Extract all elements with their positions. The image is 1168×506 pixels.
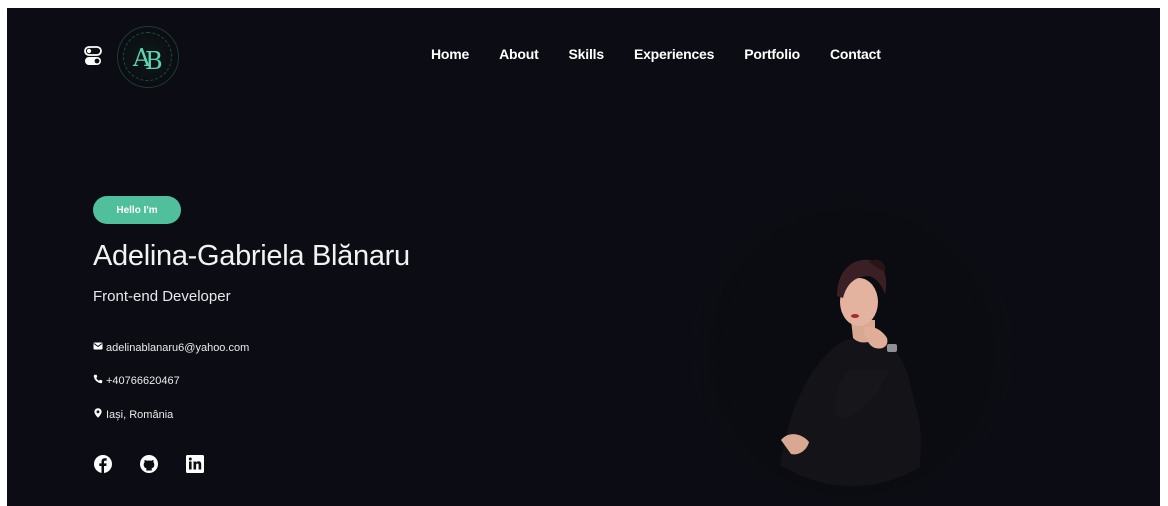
location-text: Iași, România (106, 408, 174, 421)
logo-monogram: A B (118, 40, 178, 81)
phone-text: +40766620467 (106, 374, 180, 387)
profile-photo (719, 220, 985, 486)
hero-role: Front-end Developer (93, 288, 231, 305)
email-text: adelinablanaru6@yahoo.com (106, 341, 250, 354)
greeting-badge: Hello I'm (93, 196, 181, 224)
github-icon[interactable] (139, 454, 159, 474)
contact-location: Iași, România (93, 408, 173, 421)
map-pin-icon (93, 408, 103, 421)
nav-home[interactable]: Home (431, 46, 469, 62)
svg-text:B: B (145, 47, 162, 74)
linkedin-icon[interactable] (185, 454, 205, 474)
social-links (93, 454, 205, 474)
nav-about[interactable]: About (499, 46, 539, 62)
contact-phone[interactable]: +40766620467 (93, 374, 180, 387)
envelope-icon (93, 341, 103, 354)
contact-email[interactable]: adelinablanaru6@yahoo.com (93, 341, 249, 354)
nav-portfolio[interactable]: Portfolio (744, 46, 800, 62)
site-logo[interactable]: A B (117, 26, 179, 88)
page: A B Home About Skills Experiences Portfo… (7, 8, 1160, 506)
theme-toggle-icon[interactable] (84, 45, 102, 67)
phone-icon (93, 374, 103, 387)
nav-experiences[interactable]: Experiences (634, 46, 714, 62)
main-nav: Home About Skills Experiences Portfolio … (431, 46, 911, 62)
facebook-icon[interactable] (93, 454, 113, 474)
nav-skills[interactable]: Skills (569, 46, 605, 62)
hero-name: Adelina-Gabriela Blănaru (93, 240, 410, 272)
nav-contact[interactable]: Contact (830, 46, 881, 62)
